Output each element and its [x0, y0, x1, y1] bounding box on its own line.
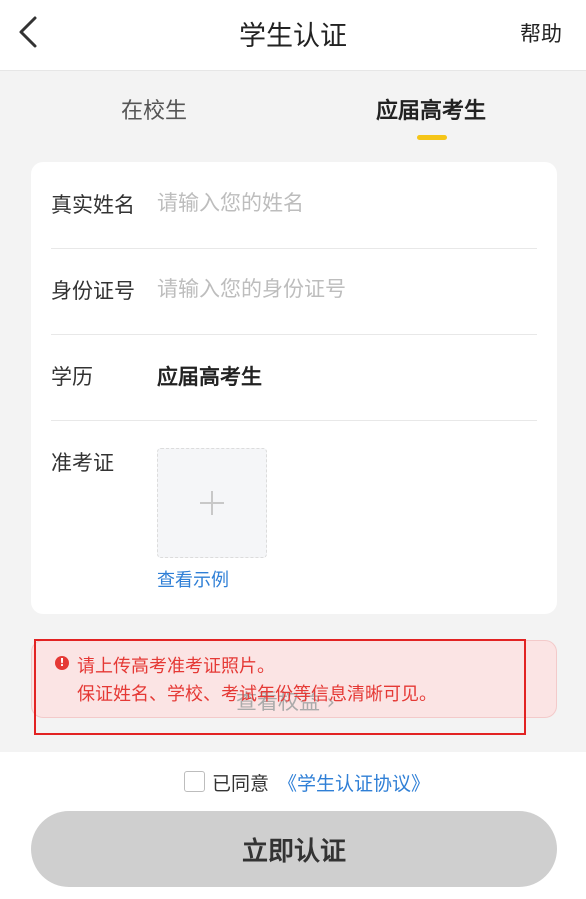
- active-tab-indicator: [417, 135, 447, 140]
- agreement-checkbox[interactable]: [184, 771, 205, 792]
- submit-button[interactable]: 立即认证: [31, 811, 557, 887]
- error-message-line2: 保证姓名、学校、考试年份等信息清晰可见。: [77, 684, 437, 705]
- exam-ticket-upload[interactable]: [157, 448, 267, 558]
- education-row[interactable]: 学历 应届高考生: [51, 334, 537, 421]
- tab-in-school[interactable]: 在校生: [121, 93, 187, 125]
- id-number-row: 身份证号: [51, 248, 537, 335]
- error-message-line1: 请上传高考准考证照片。: [77, 656, 275, 677]
- name-input[interactable]: [157, 187, 527, 219]
- id-number-label: 身份证号: [51, 279, 135, 303]
- error-icon: !: [55, 656, 69, 670]
- agreement-prefix: 已同意: [212, 773, 270, 795]
- education-value: 应届高考生: [157, 365, 262, 389]
- help-button[interactable]: 帮助: [520, 18, 562, 48]
- name-label: 真实姓名: [51, 193, 135, 217]
- tab-graduating[interactable]: 应届高考生: [376, 93, 486, 125]
- name-row: 真实姓名: [51, 162, 537, 249]
- page-title: 学生认证: [239, 21, 347, 52]
- exam-ticket-row: 准考证: [51, 420, 537, 506]
- verification-form-card: 真实姓名 身份证号 学历 应届高考生 准考证 查看示例: [31, 162, 557, 614]
- id-number-input[interactable]: [157, 273, 527, 305]
- education-label: 学历: [51, 365, 93, 389]
- exam-ticket-label: 准考证: [51, 451, 114, 475]
- agreement-link[interactable]: 《学生认证协议》: [278, 769, 430, 796]
- plus-icon: [200, 491, 224, 515]
- header-bar: 学生认证 帮助: [0, 0, 586, 71]
- view-example-link[interactable]: 查看示例: [157, 566, 229, 592]
